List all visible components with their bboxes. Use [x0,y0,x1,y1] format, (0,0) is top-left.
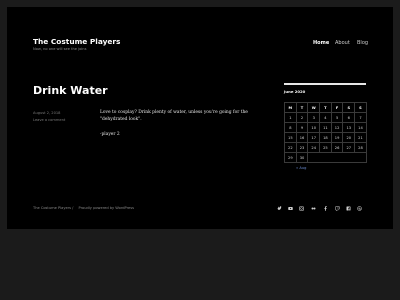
weekday-header: W [307,102,321,113]
calendar-title: June 2020 [284,89,306,94]
calendar-table: M T W T F S S 1 2 3 4 5 6 7 8 9 10 11 12… [284,102,367,163]
calendar-day: 17 [307,132,321,143]
weekday-header: T [295,102,309,113]
weekday-header: S [342,102,356,113]
calendar-day: 11 [319,122,332,133]
nav-item-about[interactable]: About [335,40,350,46]
leave-comment-link[interactable]: Leave a comment [33,118,65,122]
calendar-day: 12 [330,122,344,133]
calendar-prev-month-link[interactable]: « Aug [296,166,306,170]
weekday-header: S [354,102,367,113]
calendar-day: 5 [330,112,344,123]
calendar-day: 26 [330,142,344,153]
calendar-day: 28 [354,142,367,153]
calendar-week-row: 8 9 10 11 12 13 14 [284,122,367,133]
calendar-day: 9 [295,122,309,133]
calendar-day: 14 [354,122,367,133]
nav-item-home[interactable]: Home [313,40,329,46]
calendar-body: 1 2 3 4 5 6 7 8 9 10 11 12 13 14 15 16 1… [284,112,367,163]
calendar-day: 20 [342,132,356,143]
weekday-header: M [284,102,297,113]
site-footer-info: The Costume Players / Proudly powered by… [33,206,134,210]
calendar-day: 18 [319,132,332,143]
post-paragraph: Love to cosplay? Drink plenty of water, … [100,110,248,122]
calendar-day: 15 [284,132,297,143]
calendar-day: 19 [330,132,344,143]
calendar-day: 3 [307,112,321,123]
calendar-day: 6 [342,112,356,123]
footer-site-name[interactable]: The Costume Players [33,206,71,210]
facebook-square-icon[interactable] [345,205,351,211]
calendar-day: 10 [307,122,321,133]
post-signature: -player 2 [100,132,120,137]
post-date[interactable]: August 2, 2018 [33,111,60,115]
calendar-day: 22 [284,142,297,153]
calendar-week-row: 22 23 24 25 26 27 28 [284,142,367,153]
calendar-week-row: 29 30 [284,152,367,163]
calendar-week-row: 1 2 3 4 5 6 7 [284,112,367,123]
calendar-day: 16 [295,132,309,143]
calendar-day: 13 [342,122,356,133]
flickr-icon[interactable] [310,205,316,211]
weekday-header: T [319,102,332,113]
calendar-day: 21 [354,132,367,143]
calendar-week-row: 15 16 17 18 19 20 21 [284,132,367,143]
instagram-icon[interactable] [298,205,304,211]
calendar-day: 30 [295,152,309,163]
twitter-icon[interactable] [276,205,282,211]
weekday-header: F [330,102,344,113]
twitch-icon[interactable] [334,205,340,211]
calendar-day: 4 [319,112,332,123]
footer-separator: / [72,206,74,210]
calendar-weekday-row: M T W T F S S [284,102,367,113]
facebook-icon[interactable] [322,205,328,211]
calendar-day: 1 [284,112,297,123]
calendar-day: 24 [307,142,321,153]
youtube-icon[interactable] [287,205,293,211]
widget-divider [284,83,366,85]
calendar-day: 7 [354,112,367,123]
footer-powered-by[interactable]: Proudly powered by WordPress [79,206,134,210]
calendar-day: 27 [342,142,356,153]
calendar-empty-cell [307,152,367,163]
calendar-day: 2 [295,112,309,123]
calendar-day: 29 [284,152,297,163]
site-title[interactable]: The Costume Players [33,37,120,46]
site-description: Now, no one will see the joins [33,47,87,51]
wordpress-icon[interactable] [356,205,362,211]
calendar-day: 25 [319,142,332,153]
calendar-day: 23 [295,142,309,153]
post-title[interactable]: Drink Water [33,84,108,97]
nav-item-blog[interactable]: Blog [357,40,368,46]
calendar-day: 8 [284,122,297,133]
